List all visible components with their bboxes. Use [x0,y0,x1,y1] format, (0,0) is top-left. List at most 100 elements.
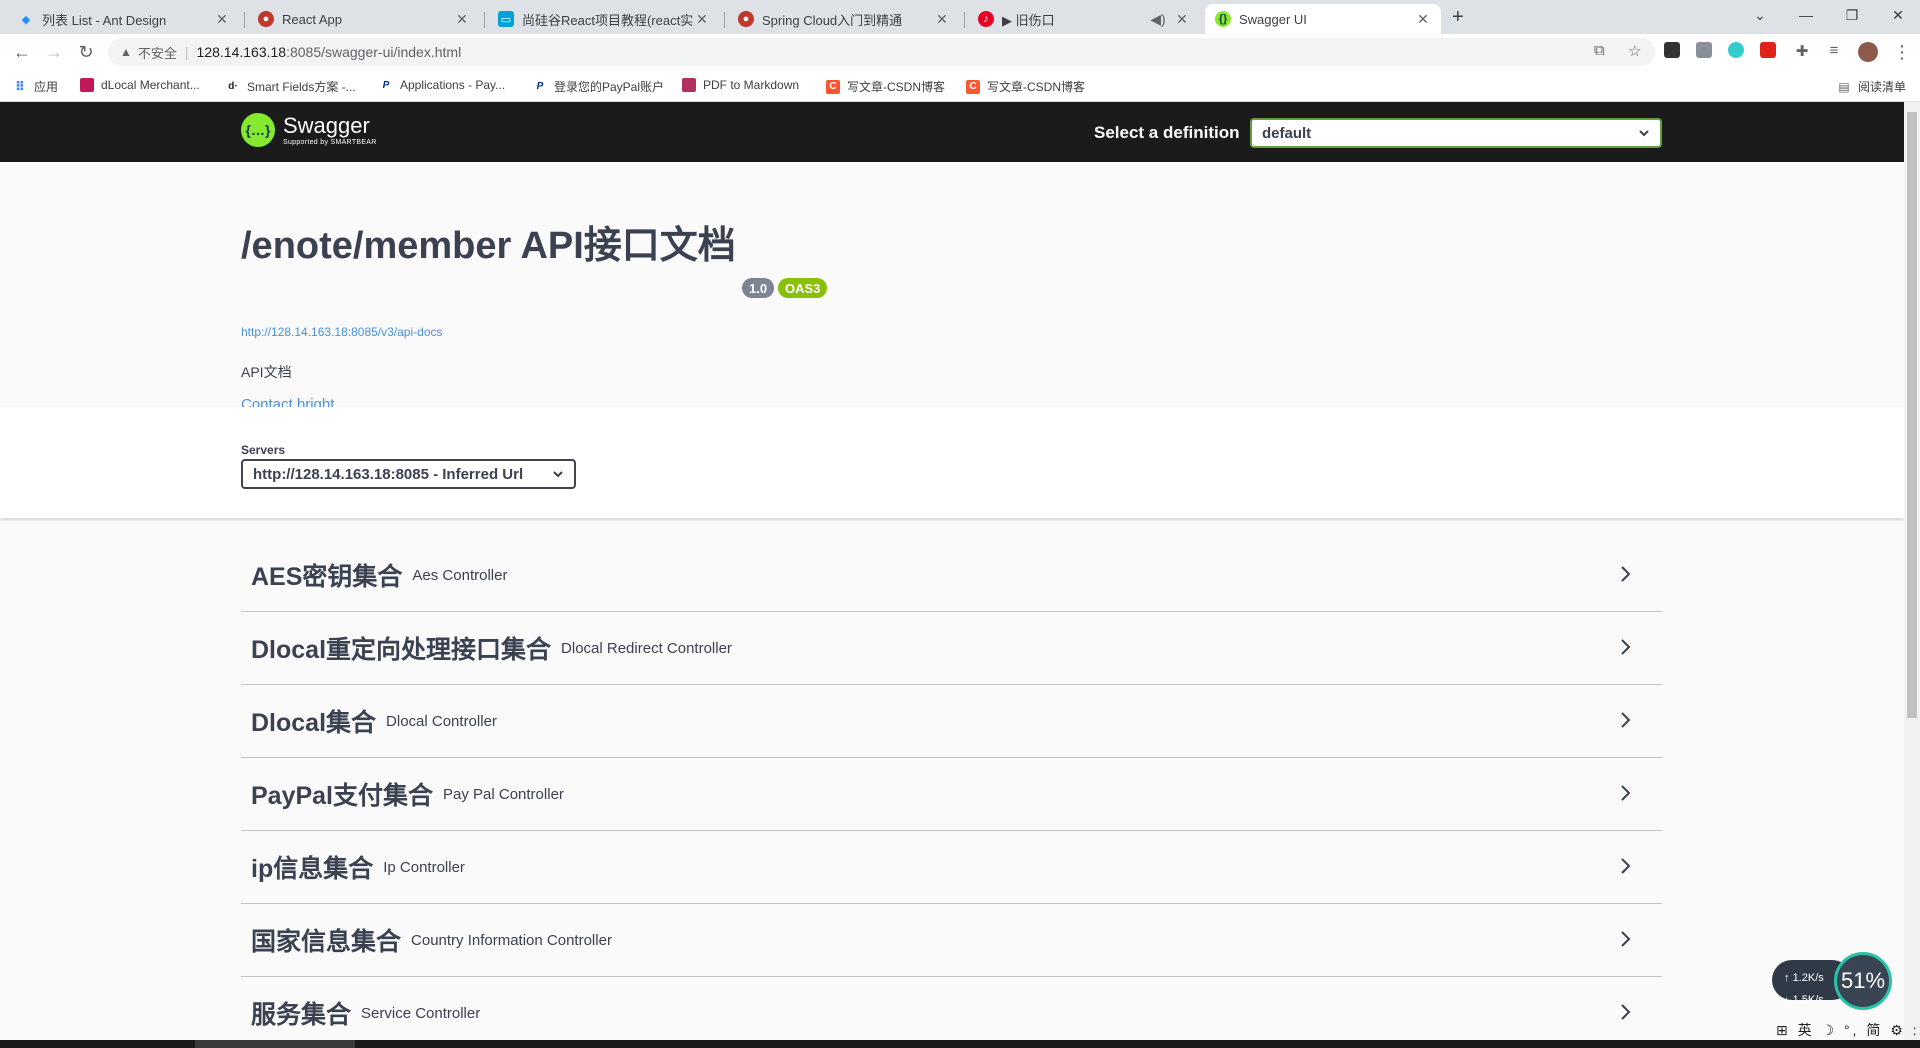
servers-section: Servers http://128.14.163.18:8085 - Infe… [0,407,1904,519]
tag-name: ip信息集合 [251,855,374,883]
chevron-right-icon[interactable] [1616,930,1634,948]
tag-name: 服务集合 [251,1001,352,1029]
chevron-right-icon[interactable] [1616,1003,1634,1021]
chevron-right-icon[interactable] [1616,638,1634,656]
extension-icon[interactable] [1728,42,1744,58]
insecure-label[interactable]: 不安全 [138,43,177,62]
close-icon[interactable]: ✕ [1174,11,1190,28]
server-value: http://128.14.163.18:8085 - Inferred Url [253,465,524,483]
tag-row[interactable]: Dlocal集合 Dlocal Controller [241,685,1662,758]
scrollbar-thumb[interactable] [1907,112,1917,718]
tag-row[interactable]: 国家信息集合 Country Information Controller [241,904,1662,977]
tab-separator [964,12,965,28]
tab-react-app[interactable]: ● React App ✕ [248,4,480,34]
extension-icon[interactable] [1664,42,1680,58]
tab-spring-cloud[interactable]: ● Spring Cloud入门到精通 ✕ [728,4,960,34]
translate-icon[interactable]: ⧉ [1594,42,1605,59]
page-scrollbar[interactable] [1904,102,1920,1040]
bookmark-smart-fields[interactable]: d· Smart Fields方案 -... [226,78,355,95]
swagger-logo[interactable]: {…} Swagger Supported by SMARTBEAR [241,113,377,147]
tag-name: AES密钥集合 [251,563,403,591]
close-icon[interactable]: ✕ [214,11,230,28]
bookmark-paypal-login[interactable]: P 登录您的PayPal账户 [533,78,664,95]
tab-ant-design[interactable]: ◆ 列表 List - Ant Design ✕ [8,4,240,34]
bookmark-apps[interactable]: ⠿ 应用 [13,78,58,95]
tag-name: PayPal支付集合 [251,782,434,810]
tab-music[interactable]: ♪ ▶ 旧伤口 ◀) ✕ [968,4,1200,34]
tab-react-course[interactable]: ▭ 尚硅谷React项目教程(react实战 ✕ [488,4,720,34]
chevron-right-icon[interactable] [1616,711,1634,729]
csdn-icon: C [826,79,840,94]
cpu-usage-gauge[interactable]: 51% [1834,952,1892,1010]
browser-tabstrip: ◆ 列表 List - Ant Design ✕ ● React App ✕ ▭… [0,0,1920,34]
reload-icon[interactable]: ↻ [74,42,98,63]
tab-search-icon[interactable]: ⌄ [1737,0,1783,30]
bookmark-csdn-1[interactable]: C 写文章-CSDN博客 [826,78,945,95]
bookmark-csdn-2[interactable]: C 写文章-CSDN博客 [966,78,1085,95]
chevron-right-icon[interactable] [1616,565,1634,583]
tab-swagger-ui[interactable]: {} Swagger UI ✕ [1205,4,1441,34]
apps-grid-icon: ⠿ [14,78,26,94]
tag-list: AES密钥集合 Aes Controller Dlocal重定向处理接口集合 D… [0,519,1904,1029]
vue-devtools-icon[interactable] [1696,42,1712,58]
bookmark-star-icon[interactable]: ☆ [1628,42,1641,60]
address-bar[interactable]: ▲ 不安全 | 128.14.163.18:8085/swagger-ui/in… [108,38,1655,66]
menu-icon[interactable]: ⋮ [1890,42,1914,63]
restore-icon[interactable]: ❐ [1829,0,1875,30]
tab-separator [484,12,485,28]
extension-icon[interactable] [1760,42,1776,58]
close-window-icon[interactable]: ✕ [1875,0,1920,30]
servers-select[interactable]: http://128.14.163.18:8085 - Inferred Url [241,459,576,489]
bookmark-dlocal-merchant[interactable]: dLocal Merchant... [80,78,200,92]
close-icon[interactable]: ✕ [454,11,470,28]
minimize-icon[interactable]: — [1783,0,1829,30]
close-icon[interactable]: ✕ [1415,11,1431,28]
tag-row[interactable]: AES密钥集合 Aes Controller [241,539,1662,612]
bilibili-icon: ▭ [498,11,514,27]
tag-description: Dlocal Controller [386,712,497,730]
media-control-icon[interactable]: ≡ [1822,42,1846,59]
api-docs-link[interactable]: http://128.14.163.18:8085/v3/api-docs [241,325,443,339]
tag-row[interactable]: Dlocal重定向处理接口集合 Dlocal Redirect Controll… [241,612,1662,685]
bookmark-label: 写文章-CSDN博客 [987,80,1085,94]
new-tab-button[interactable]: + [1452,6,1464,29]
react-app-icon: ● [258,11,274,27]
tab-title: ▶ 旧伤口 [1002,12,1055,28]
bookmark-pdf-markdown[interactable]: PDF to Markdown [682,78,799,92]
api-description: API文档 [241,364,292,380]
forward-icon[interactable]: → [42,42,66,63]
ime-status-bar[interactable]: ⊞ 英 ☽ °, 简 ⚙ : [1776,1020,1920,1040]
taskbar [0,1040,1920,1048]
url-host: 128.14.163.18 [196,44,287,60]
tag-description: Dlocal Redirect Controller [561,639,732,657]
servers-label: Servers [241,443,286,457]
chevron-down-icon [1639,130,1649,137]
chevron-right-icon[interactable] [1616,784,1634,802]
swagger-logo-icon: {…} [241,113,275,147]
tag-row[interactable]: ip信息集合 Ip Controller [241,831,1662,904]
tab-title: React App [282,11,342,27]
tag-row[interactable]: PayPal支付集合 Pay Pal Controller [241,758,1662,831]
close-icon[interactable]: ✕ [934,11,950,28]
back-icon[interactable]: ← [10,42,34,63]
bookmark-label: dLocal Merchant... [101,78,200,92]
avatar[interactable] [1858,42,1878,62]
tag-row[interactable]: 服务集合 Service Controller [241,977,1662,1040]
tag-description: Ip Controller [383,858,465,876]
puzzle-icon[interactable]: ✚ [1790,42,1814,60]
bookmarks-bar: ⠿ 应用 dLocal Merchant... d· Smart Fields方… [0,70,1920,102]
reading-list-label: 阅读清单 [1858,80,1907,94]
tab-separator [724,12,725,28]
speaker-icon[interactable]: ◀) [1150,11,1166,28]
taskbar-item[interactable] [195,1040,355,1048]
chevron-right-icon[interactable] [1616,857,1634,875]
upload-speed: ↑ 1.2K/s [1784,972,1824,984]
definition-select[interactable]: default [1250,118,1662,148]
bookmark-paypal-apps[interactable]: P Applications - Pay... [379,78,506,92]
upload-speed-value: 1.2K/s [1792,972,1824,984]
network-speed-widget[interactable]: ↑ 1.2K/s ↓ 1.5K/s 51% [1772,952,1892,1010]
bookmark-label: Applications - Pay... [400,78,506,92]
reading-list[interactable]: ▤ 阅读清单 [1837,78,1906,95]
warning-icon[interactable]: ▲ [120,45,132,59]
close-icon[interactable]: ✕ [694,11,710,28]
